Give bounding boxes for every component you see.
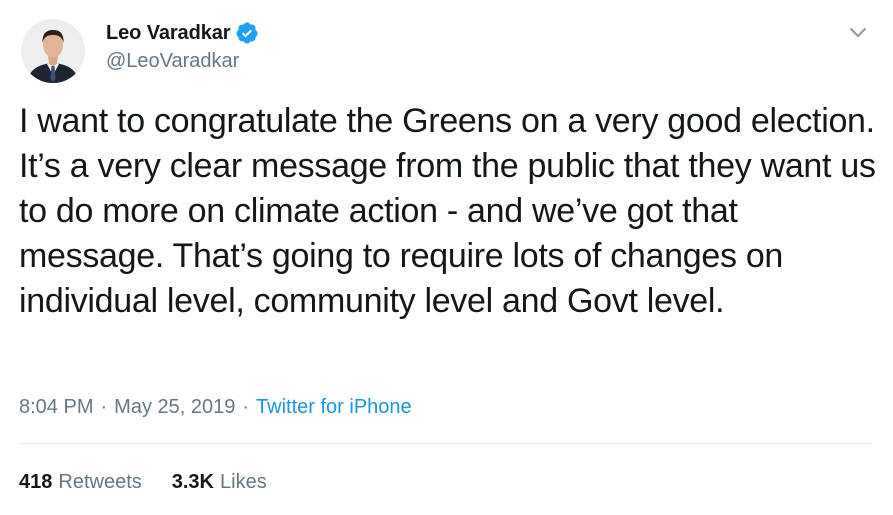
profile-photo-icon — [21, 19, 85, 83]
chevron-down-icon[interactable] — [846, 20, 870, 44]
author-handle[interactable]: @LeoVaradkar — [106, 50, 239, 73]
meta-separator: · — [100, 396, 108, 418]
tweet-time[interactable]: 8:04 PM — [19, 396, 93, 419]
tweet-stats: 418 Retweets 3.3K Likes — [19, 471, 267, 494]
avatar[interactable] — [21, 19, 85, 83]
tweet-card: Leo Varadkar @LeoVaradkar I want to cong… — [0, 0, 893, 515]
retweets-label: Retweets — [58, 471, 142, 493]
likes-count: 3.3K — [171, 471, 214, 493]
tweet-text: I want to congratulate the Greens on a v… — [19, 102, 885, 320]
author-name-row[interactable]: Leo Varadkar — [106, 20, 259, 46]
tweet-source-link[interactable]: Twitter for iPhone — [256, 396, 412, 419]
tweet-date[interactable]: May 25, 2019 — [114, 396, 235, 419]
likes-label: Likes — [220, 471, 267, 493]
likes-stat[interactable]: 3.3K Likes — [172, 471, 267, 494]
meta-separator: · — [242, 396, 250, 418]
tweet-meta: 8:04 PM · May 25, 2019 · Twitter for iPh… — [19, 396, 412, 419]
retweets-stat[interactable]: 418 Retweets — [19, 471, 142, 494]
retweets-count: 418 — [19, 471, 53, 493]
divider — [19, 443, 871, 444]
verified-badge-icon — [235, 21, 259, 45]
author-display-name[interactable]: Leo Varadkar — [106, 22, 231, 45]
